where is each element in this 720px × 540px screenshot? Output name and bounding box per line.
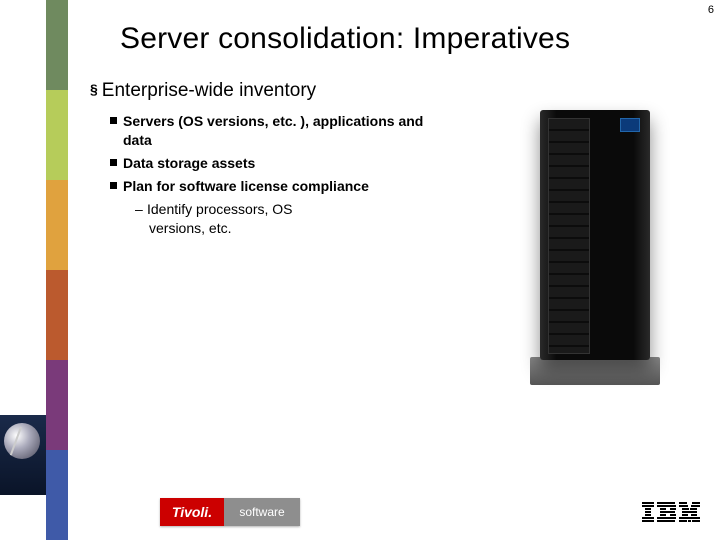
bullet-text: Servers (OS versions, etc. ), applicatio… xyxy=(123,112,440,150)
tivoli-brand-text: Tivoli. xyxy=(160,498,224,526)
sidebar xyxy=(0,0,68,540)
satellite-dish-icon xyxy=(0,415,46,495)
slide: 6 Server consolidation: Imperatives §Ent… xyxy=(0,0,720,540)
dash-bullet-icon: – xyxy=(135,200,147,219)
list-item: Plan for software license compliance xyxy=(110,177,440,196)
slide-title: Server consolidation: Imperatives xyxy=(120,22,570,56)
tivoli-logo: Tivoli. software xyxy=(160,498,300,526)
list-item: Servers (OS versions, etc. ), applicatio… xyxy=(110,112,440,150)
footer: Tivoli. software xyxy=(160,490,710,526)
content-area: Server consolidation: Imperatives §Enter… xyxy=(80,0,720,540)
server-rack-icon xyxy=(530,110,660,385)
bullet-text: Plan for software license compliance xyxy=(123,177,440,196)
list-item: Data storage assets xyxy=(110,154,440,173)
sub-bullet-text: Identify processors, OS xyxy=(147,201,293,217)
square-bullet-icon xyxy=(110,117,117,124)
bullet-list: Servers (OS versions, etc. ), applicatio… xyxy=(110,112,440,200)
square-bullet-icon: § xyxy=(90,81,98,97)
sub-bullet: –Identify processors, OS versions, etc. xyxy=(135,200,415,238)
heading-text: Enterprise-wide inventory xyxy=(102,80,316,101)
square-bullet-icon xyxy=(110,182,117,189)
tivoli-sub-text: software xyxy=(224,498,300,526)
sub-bullet-text-cont: versions, etc. xyxy=(135,219,415,238)
ibm-logo-icon xyxy=(642,502,700,524)
bullet-text: Data storage assets xyxy=(123,154,440,173)
section-heading: §Enterprise-wide inventory xyxy=(90,80,316,102)
color-stripe-icon xyxy=(46,0,68,540)
square-bullet-icon xyxy=(110,159,117,166)
